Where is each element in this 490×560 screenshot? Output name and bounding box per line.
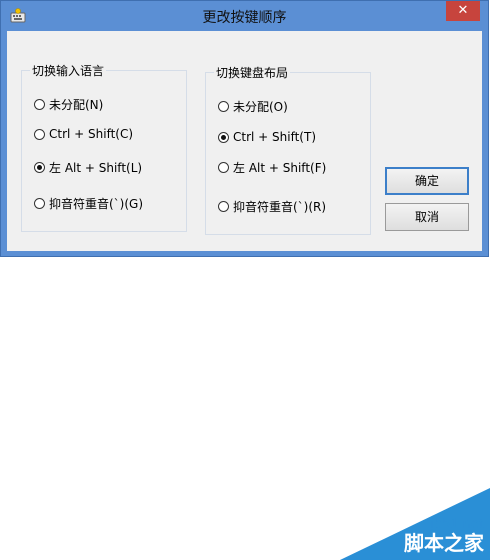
radio-button-selected[interactable] xyxy=(218,131,229,143)
option-label: 左 Alt + Shift(F) xyxy=(233,161,327,175)
dialog-body: 切换输入语言 未分配(N) Ctrl + Shift(C) 左 Alt + Sh… xyxy=(7,31,482,251)
radio-button[interactable] xyxy=(218,162,229,173)
option-label: 未分配(O) xyxy=(233,100,288,114)
cancel-button[interactable]: 取消 xyxy=(385,203,469,231)
keyboard-layout-option-ctrl-shift[interactable]: Ctrl + Shift(T) xyxy=(218,130,316,144)
input-language-option-unassigned[interactable]: 未分配(N) xyxy=(34,96,103,113)
keyboard-layout-group: 切换键盘布局 未分配(O) Ctrl + Shift(T) 左 Alt + Sh… xyxy=(205,64,371,235)
keyboard-layout-option-grave[interactable]: 抑音符重音(`)(R) xyxy=(218,198,326,215)
radio-button-selected[interactable] xyxy=(34,162,45,173)
option-label: 抑音符重音(`)(R) xyxy=(233,200,327,214)
option-label: 未分配(N) xyxy=(49,98,104,112)
input-language-option-ctrl-shift[interactable]: Ctrl + Shift(C) xyxy=(34,127,133,141)
radio-button[interactable] xyxy=(218,101,229,112)
watermark-name: 脚本之家 xyxy=(404,531,484,555)
radio-button[interactable] xyxy=(34,128,45,140)
input-language-label: 切换输入语言 xyxy=(30,62,107,79)
input-language-group: 切换输入语言 未分配(N) Ctrl + Shift(C) 左 Alt + Sh… xyxy=(21,62,187,232)
dialog-title: 更改按键顺序 xyxy=(202,10,287,26)
keyboard-layout-option-alt-shift[interactable]: 左 Alt + Shift(F) xyxy=(218,159,326,176)
option-label: Ctrl + Shift(T) xyxy=(233,130,317,144)
radio-button[interactable] xyxy=(34,198,45,209)
dialog-window: 更改按键顺序 ✕ 切换输入语言 未分配(N) Ctrl + Shift(C) 左… xyxy=(0,0,489,257)
option-label: 左 Alt + Shift(L) xyxy=(49,161,143,175)
radio-button[interactable] xyxy=(34,99,45,110)
radio-button[interactable] xyxy=(218,201,229,212)
input-language-option-alt-shift[interactable]: 左 Alt + Shift(L) xyxy=(34,159,142,176)
keyboard-layout-option-unassigned[interactable]: 未分配(O) xyxy=(218,98,288,115)
option-label: Ctrl + Shift(C) xyxy=(49,127,134,141)
title-bar[interactable]: 更改按键顺序 ✕ xyxy=(1,1,488,31)
ok-button[interactable]: 确定 xyxy=(385,167,469,195)
keyboard-layout-label: 切换键盘布局 xyxy=(214,64,291,81)
option-label: 抑音符重音(`)(G) xyxy=(49,197,144,211)
input-language-option-grave[interactable]: 抑音符重音(`)(G) xyxy=(34,195,143,212)
close-button[interactable]: ✕ xyxy=(446,1,480,21)
watermark: jb51.net 脚本之家 xyxy=(340,488,490,560)
